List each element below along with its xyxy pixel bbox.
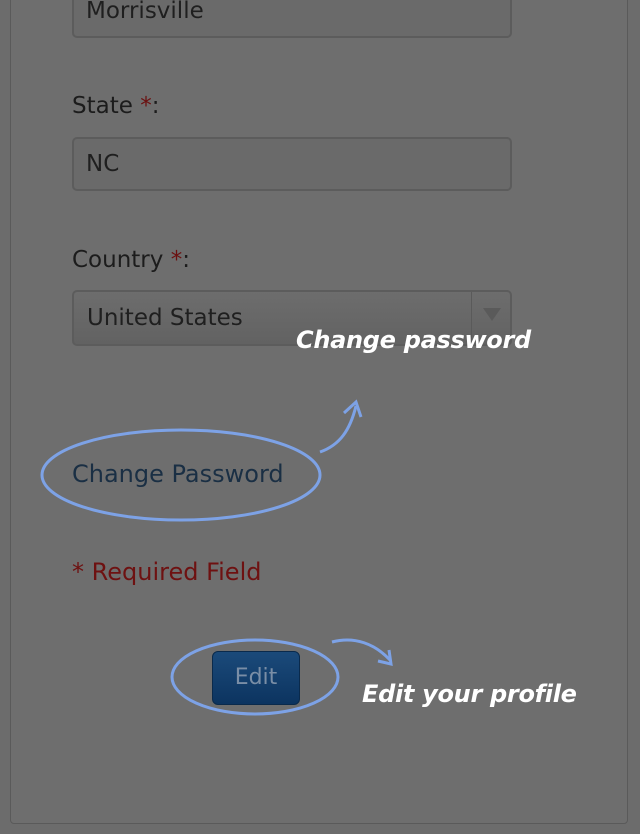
city-input[interactable]: Morrisville [72,0,512,38]
country-selected-value: United States [87,305,243,331]
required-field-note: * Required Field [72,558,262,586]
country-label-text: Country [72,247,164,273]
required-asterisk: * [170,247,183,273]
chevron-down-icon [483,308,501,321]
required-asterisk: * [140,93,152,119]
edit-button[interactable]: Edit [212,651,300,705]
country-label: Country *: [72,247,190,273]
change-password-link[interactable]: Change Password [72,460,284,488]
state-label-text: State [72,93,133,119]
state-label: State *: [72,93,159,119]
country-label-colon: : [182,247,190,273]
state-label-colon: : [151,93,160,119]
state-input[interactable]: NC [72,137,512,191]
change-password-callout: Change password [296,326,531,354]
edit-profile-callout: Edit your profile [362,680,577,708]
